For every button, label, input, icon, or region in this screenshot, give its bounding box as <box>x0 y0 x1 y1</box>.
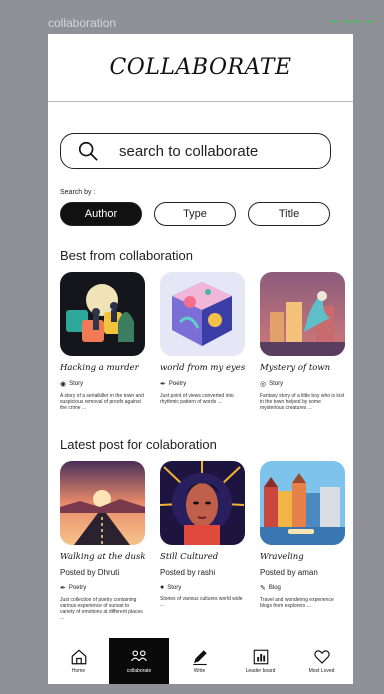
story-cover-image <box>60 272 145 356</box>
post-author: Posted by rashi <box>160 568 216 577</box>
story-description: Just point of views converted into rhyth… <box>160 393 234 405</box>
nav-item-write[interactable]: Write <box>169 638 230 684</box>
story-tag-label: Story <box>269 381 284 387</box>
bottom-nav: Home collaborate Write Leader board Most… <box>48 638 353 684</box>
post-cover-image <box>60 461 145 545</box>
nav-label-leaderboard: Leader board <box>245 668 276 674</box>
nav-item-most-loved[interactable]: Most Loved <box>291 638 352 684</box>
post-tag: ✒ Poetry <box>60 584 145 592</box>
story-tag: ◉ Story <box>60 380 145 388</box>
story-icon: ◉ <box>60 381 67 388</box>
story-title: Mystery of town <box>260 363 331 373</box>
search-bar[interactable] <box>60 133 331 169</box>
top-accent-mark: ~ ~~ ~ <box>330 14 374 29</box>
post-title: Walking at the dusk <box>60 552 146 562</box>
story-description: A story of a serialkiller in the town an… <box>60 393 144 411</box>
people-icon <box>131 650 147 662</box>
nav-label-collaborate: collaborate <box>126 668 152 674</box>
blog-icon: ✎ <box>260 585 266 592</box>
home-icon <box>71 649 86 665</box>
nav-label-most-loved: Most Loved <box>308 668 335 674</box>
post-title: Wraveling <box>260 552 304 562</box>
post-card[interactable]: Wraveling Posted by aman ✎ Blog Travel a… <box>260 461 345 621</box>
post-tag-label: Poetry <box>68 585 87 591</box>
app-header: COLLABORATE <box>48 34 353 102</box>
post-description: Stories of various cultures world wide .… <box>160 596 243 608</box>
pencil-icon <box>192 650 207 666</box>
story-title: world from my eyes <box>160 363 246 373</box>
nav-label-home: Home <box>71 668 86 674</box>
story-cover-image <box>260 272 345 356</box>
post-card[interactable]: Walking at the dusk Posted by Dhruti ✒ P… <box>60 461 146 621</box>
story-title: Hacking a murder <box>60 363 139 373</box>
search-icon <box>78 141 98 161</box>
post-cover-image <box>260 461 345 545</box>
quill-icon: ✒ <box>60 585 66 592</box>
filter-type-button[interactable]: Type <box>154 202 236 226</box>
story-tag: ◎ Story <box>260 380 345 388</box>
post-tag-label: Story <box>167 584 182 591</box>
nav-label-write: Write <box>193 668 206 674</box>
story-icon: ◎ <box>260 381 267 388</box>
story-cover-image <box>160 272 245 356</box>
nav-item-leaderboard[interactable]: Leader board <box>230 638 291 684</box>
heart-icon <box>313 650 330 664</box>
post-tag: ● Story <box>160 584 245 591</box>
post-author: Posted by aman <box>260 568 318 577</box>
story-tag: ✒ Poetry <box>160 380 245 388</box>
page-title: COLLABORATE <box>109 55 292 80</box>
phone-screen: COLLABORATE Search by : Author Type Titl… <box>48 34 353 684</box>
post-card[interactable]: Still Cultured Posted by rashi ● Story S… <box>160 461 245 621</box>
nav-item-home[interactable]: Home <box>48 638 109 684</box>
post-tag: ✎ Blog <box>260 584 345 592</box>
search-input[interactable] <box>119 142 319 160</box>
story-card[interactable]: world from my eyes ✒ Poetry Just point o… <box>160 272 245 411</box>
post-description: Just collection of poetry containing var… <box>60 597 143 621</box>
post-description: Travel and wondering experience blogs fr… <box>260 597 334 609</box>
story-icon: ● <box>160 584 165 591</box>
chart-icon <box>253 649 268 665</box>
filter-author-button[interactable]: Author <box>60 202 142 226</box>
story-description: Fantasy story of a little boy who is los… <box>260 393 345 411</box>
post-cover-image <box>160 461 245 545</box>
post-title: Still Cultured <box>160 552 219 562</box>
best-section-title: Best from collaboration <box>60 248 193 263</box>
story-tag-label: Poetry <box>168 381 187 387</box>
story-tag-label: Story <box>69 381 84 387</box>
quill-icon: ✒ <box>160 381 166 388</box>
search-filter-group: Author Type Title <box>60 202 353 226</box>
filter-title-button[interactable]: Title <box>248 202 330 226</box>
latest-section-title: Latest post for colaboration <box>60 437 217 452</box>
post-author: Posted by Dhruti <box>60 568 120 577</box>
nav-item-collaborate[interactable]: collaborate <box>109 638 169 684</box>
post-tag-label: Blog <box>268 585 281 591</box>
frame-label: collaboration <box>48 16 117 30</box>
latest-cards: Walking at the dusk Posted by Dhruti ✒ P… <box>60 461 353 621</box>
search-by-label: Search by : <box>60 189 96 196</box>
story-card[interactable]: Mystery of town ◎ Story Fantasy story of… <box>260 272 345 411</box>
best-cards: Hacking a murder ◉ Story A story of a se… <box>60 272 353 411</box>
story-card[interactable]: Hacking a murder ◉ Story A story of a se… <box>60 272 145 411</box>
